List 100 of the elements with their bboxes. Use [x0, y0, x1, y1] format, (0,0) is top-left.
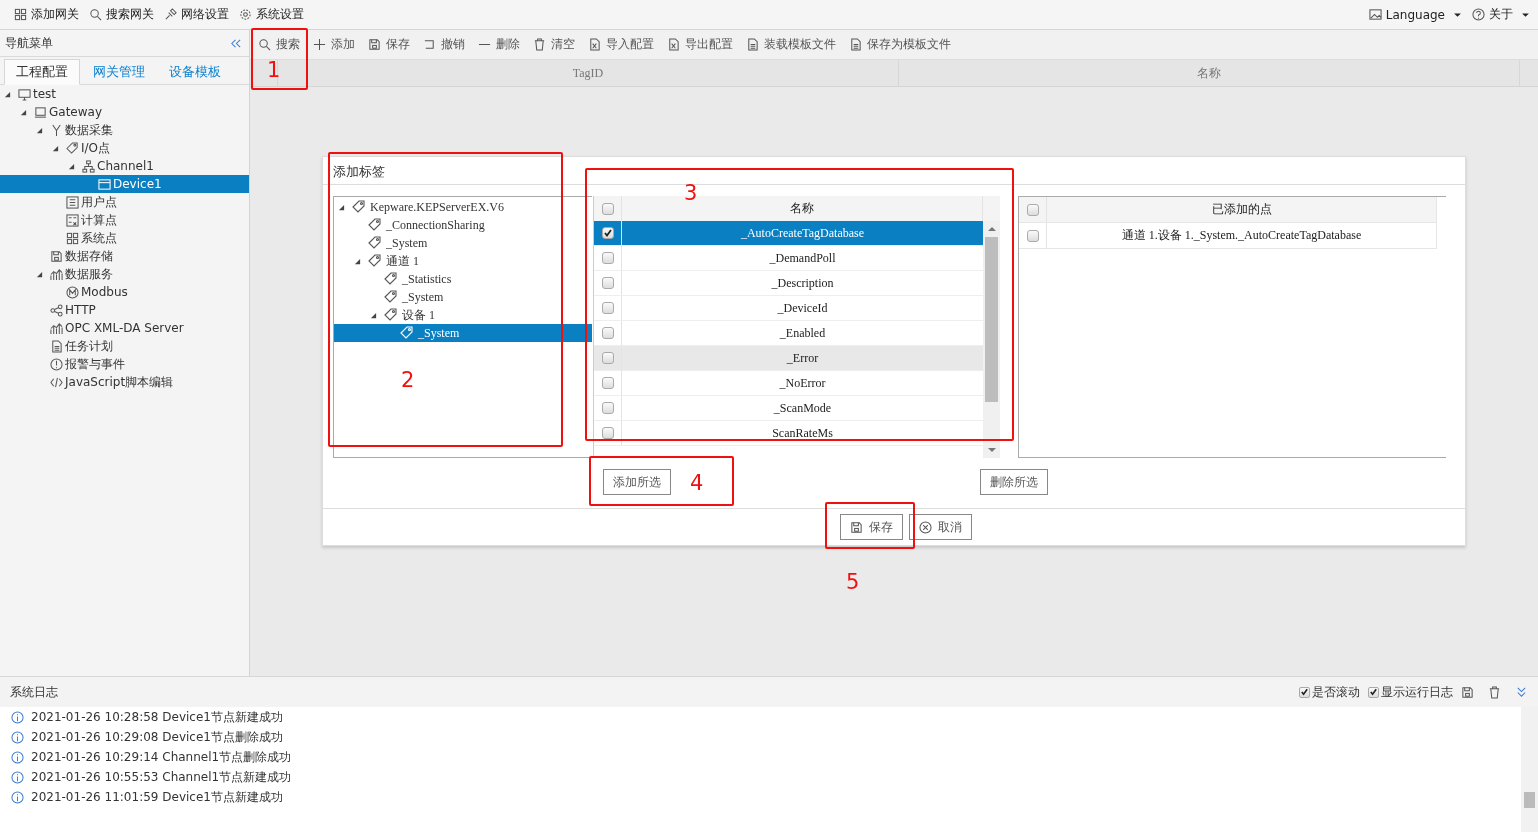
- table-row[interactable]: _Description: [594, 271, 983, 296]
- tree-item[interactable]: OPC XML-DA Server: [0, 319, 249, 337]
- expand-toggle[interactable]: [68, 162, 75, 170]
- tree-item[interactable]: 数据采集: [0, 121, 249, 139]
- checkbox[interactable]: [1299, 686, 1310, 698]
- table-row[interactable]: _AutoCreateTagDatabase: [594, 221, 983, 246]
- log-entry: 2021-01-26 10:55:53 Channel1节点新建成功: [31, 768, 292, 786]
- table-row[interactable]: _DeviceId: [594, 296, 983, 321]
- toolbar-button[interactable]: 清空: [533, 36, 575, 53]
- menu-item[interactable]: 搜索网关: [89, 6, 154, 23]
- log-entry: 2021-01-26 11:01:59 Device1节点新建成功: [31, 788, 283, 806]
- tree-item[interactable]: 系统点: [0, 229, 249, 247]
- tree-item[interactable]: _Statistics: [334, 270, 592, 288]
- expand-toggle[interactable]: [338, 203, 345, 211]
- tree-item[interactable]: HTTP: [0, 301, 249, 319]
- checkbox[interactable]: [1026, 203, 1039, 216]
- table-row[interactable]: _NoError: [594, 371, 983, 396]
- calculator-icon: [66, 213, 79, 227]
- menu-item[interactable]: 添加网关: [14, 6, 79, 23]
- toolbar-button[interactable]: 搜索: [258, 36, 300, 53]
- tree-item[interactable]: 任务计划: [0, 337, 249, 355]
- table-row[interactable]: _DemandPoll: [594, 246, 983, 271]
- tree-item[interactable]: I/O点: [0, 139, 249, 157]
- tree-item[interactable]: _System: [334, 234, 592, 252]
- checkbox[interactable]: [601, 227, 614, 239]
- toolbar-button[interactable]: 保存: [368, 36, 410, 53]
- grid-icon: [66, 231, 79, 245]
- annotation-number: 1: [267, 58, 281, 82]
- tree-item[interactable]: 数据服务: [0, 265, 249, 283]
- checkbox[interactable]: [1026, 229, 1039, 242]
- tag-icon: [352, 200, 366, 214]
- tree-item[interactable]: 报警与事件: [0, 355, 249, 373]
- collapse-icon[interactable]: [229, 36, 242, 50]
- scrollbar[interactable]: [983, 221, 1000, 458]
- tree-item[interactable]: test: [0, 85, 249, 103]
- expand-toggle[interactable]: [36, 126, 43, 134]
- expand-toggle[interactable]: [52, 144, 59, 152]
- expand-toggle[interactable]: [370, 311, 377, 319]
- expand-toggle[interactable]: [20, 108, 27, 116]
- annotation-number: 2: [401, 368, 415, 392]
- tab[interactable]: 工程配置: [4, 59, 80, 85]
- tree-item[interactable]: Device1: [0, 175, 249, 193]
- expand-toggle[interactable]: [4, 90, 11, 98]
- checkbox[interactable]: [601, 252, 614, 264]
- toolbar-button[interactable]: 撤销: [423, 36, 465, 53]
- menu-item[interactable]: 网络设置: [164, 6, 229, 23]
- panel-title: 系统日志: [10, 683, 58, 701]
- log-entry: 2021-01-26 10:28:58 Device1节点新建成功: [31, 708, 283, 726]
- table-row[interactable]: _ScanMode: [594, 396, 983, 421]
- checkbox[interactable]: [601, 377, 614, 389]
- toolbar-button[interactable]: 添加: [313, 36, 355, 53]
- checkbox[interactable]: [601, 302, 614, 314]
- toolbar-button[interactable]: 装载模板文件: [746, 36, 836, 53]
- trash-icon[interactable]: [1488, 685, 1501, 699]
- column-header: 名称: [899, 60, 1520, 86]
- checkbox[interactable]: [601, 427, 614, 439]
- checkbox[interactable]: [601, 327, 614, 339]
- tree-item[interactable]: 通道 1: [334, 252, 592, 270]
- menu-item[interactable]: Language: [1368, 6, 1462, 23]
- checkbox[interactable]: [601, 277, 614, 289]
- checkbox[interactable]: [601, 352, 614, 364]
- expand-toggle[interactable]: [354, 257, 361, 265]
- floppy-icon[interactable]: [1461, 685, 1474, 699]
- expand-toggle[interactable]: [36, 270, 43, 278]
- tree-item[interactable]: Modbus: [0, 283, 249, 301]
- remove-selected-button[interactable]: 删除所选: [980, 469, 1048, 495]
- menu-item[interactable]: 系统设置: [239, 6, 304, 23]
- tree-item[interactable]: 设备 1: [334, 306, 592, 324]
- table-row[interactable]: ScanRateMs: [594, 421, 983, 446]
- expand-icon[interactable]: [1515, 685, 1528, 699]
- tab[interactable]: 网关管理: [82, 59, 156, 85]
- toolbar-button[interactable]: 保存为模板文件: [849, 36, 951, 53]
- plus-icon: [313, 38, 326, 51]
- tree-item[interactable]: Gateway: [0, 103, 249, 121]
- info-icon: [11, 710, 24, 724]
- save-button[interactable]: 保存: [840, 514, 903, 540]
- tree-item[interactable]: Channel1: [0, 157, 249, 175]
- checkbox[interactable]: [601, 402, 614, 414]
- tree-item[interactable]: 数据存储: [0, 247, 249, 265]
- toolbar-button[interactable]: 删除: [478, 36, 520, 53]
- tree-item[interactable]: 计算点: [0, 211, 249, 229]
- tree-item[interactable]: _System: [334, 288, 592, 306]
- tree-item[interactable]: _ConnectionSharing: [334, 216, 592, 234]
- add-selected-button[interactable]: 添加所选: [603, 469, 671, 495]
- checkbox[interactable]: [1368, 686, 1379, 698]
- scrollbar[interactable]: [1521, 707, 1538, 832]
- tree-item[interactable]: 用户点: [0, 193, 249, 211]
- menu-item[interactable]: 关于: [1472, 6, 1530, 23]
- cancel-button[interactable]: 取消: [909, 514, 972, 540]
- document-icon: [50, 339, 63, 353]
- checkbox-label: 显示运行日志: [1381, 683, 1453, 701]
- checkbox[interactable]: [601, 202, 614, 215]
- info-icon: [11, 770, 24, 784]
- tree-item[interactable]: JavaScript脚本编辑: [0, 373, 249, 391]
- table-row[interactable]: _Error: [594, 346, 983, 371]
- tab[interactable]: 设备模板: [158, 59, 232, 85]
- toolbar-button[interactable]: 导出配置: [667, 36, 733, 53]
- toolbar-button[interactable]: 导入配置: [588, 36, 654, 53]
- tree-item[interactable]: Kepware.KEPServerEX.V6: [334, 198, 592, 216]
- tree-item[interactable]: _System: [334, 324, 592, 342]
